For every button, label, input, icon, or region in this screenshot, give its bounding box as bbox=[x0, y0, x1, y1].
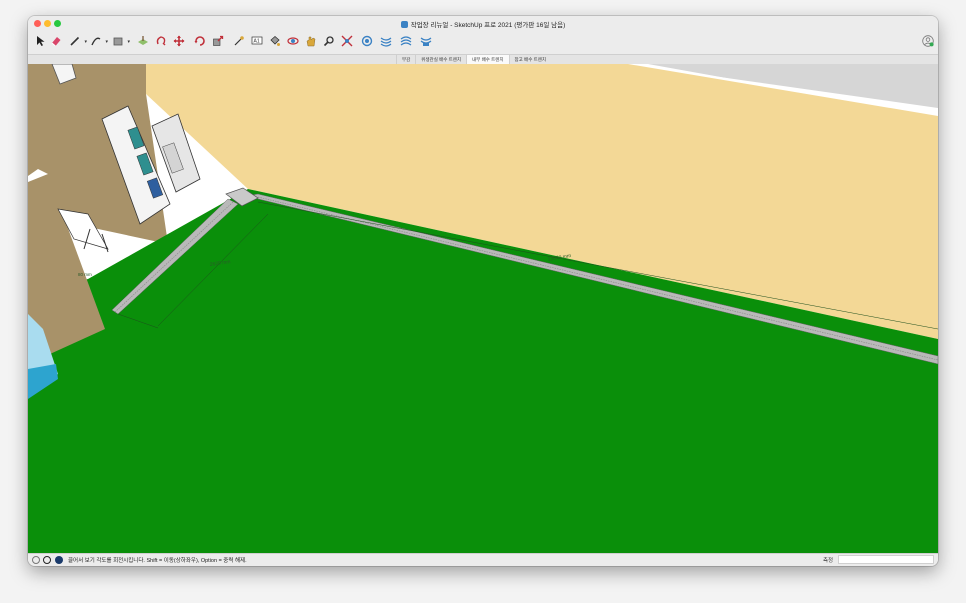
orbit-tool-button[interactable] bbox=[286, 33, 300, 49]
push-pull-tool-button[interactable] bbox=[136, 33, 150, 49]
main-toolbar: ▾ ▾ ▾ A1 bbox=[28, 30, 938, 54]
extension-manager-icon bbox=[420, 37, 432, 46]
extension-icon bbox=[380, 37, 392, 47]
info-icon[interactable] bbox=[43, 556, 51, 564]
zoom-tool-button[interactable] bbox=[322, 33, 336, 49]
measurements-input[interactable] bbox=[838, 555, 934, 564]
text-icon: A1 bbox=[251, 36, 263, 45]
zoom-icon bbox=[323, 36, 334, 47]
arc-icon bbox=[91, 37, 101, 46]
pencil-line-icon bbox=[70, 36, 80, 46]
scale-icon bbox=[213, 35, 224, 46]
eraser-icon bbox=[51, 37, 61, 47]
extension-warehouse-button[interactable] bbox=[379, 33, 393, 49]
measurements-label: 측정 bbox=[823, 558, 834, 564]
status-bar: 끌어서 보기 각도를 회전시킵니다. Shift = 이동(상하좌우), Opt… bbox=[28, 553, 938, 566]
sketchup-app-icon bbox=[400, 21, 408, 28]
layout-icon bbox=[400, 36, 412, 46]
sketchup-window: 작업장 리뉴얼 - SketchUp 프로 2021 (평가판 16일 남음) … bbox=[28, 16, 938, 566]
scene-tab-2[interactable]: 내부 배수 트렌치 bbox=[466, 55, 509, 64]
zoom-extents-icon bbox=[341, 35, 353, 47]
move-tool-button[interactable] bbox=[172, 33, 186, 49]
text-tool-button[interactable]: A1 bbox=[250, 33, 264, 49]
shape-tool-button[interactable]: ▾ bbox=[111, 33, 130, 49]
scene-tab-0[interactable]: 부감 bbox=[396, 55, 415, 64]
offset-tool-button[interactable] bbox=[154, 33, 168, 49]
move-icon bbox=[173, 35, 185, 47]
line-tool-button[interactable]: ▾ bbox=[68, 33, 87, 49]
arrow-cursor-icon bbox=[37, 36, 45, 46]
model-canvas[interactable]: 2620 mm 13060 mm 80 mm bbox=[28, 64, 938, 553]
paint-bucket-icon bbox=[270, 35, 280, 46]
tape-measure-tool-button[interactable] bbox=[232, 33, 246, 49]
pan-hand-icon bbox=[306, 36, 316, 47]
scene-tab-1[interactable]: 위생관실 배수 트렌치 bbox=[415, 55, 466, 64]
status-hint: 끌어서 보기 각도를 회전시킵니다. Shift = 이동(상하좌우), Opt… bbox=[68, 558, 247, 564]
rotate-tool-button[interactable] bbox=[193, 33, 207, 49]
dropdown-caret-icon[interactable]: ▾ bbox=[127, 39, 130, 45]
select-tool-button[interactable] bbox=[34, 33, 48, 49]
orbit-icon bbox=[287, 37, 299, 45]
rectangle-icon bbox=[113, 37, 123, 46]
model-viewport[interactable]: 2620 mm 13060 mm 80 mm bbox=[28, 64, 938, 553]
user-account-icon[interactable] bbox=[922, 35, 934, 47]
arc-tool-button[interactable]: ▾ bbox=[89, 33, 108, 49]
dropdown-caret-icon[interactable]: ▾ bbox=[105, 39, 108, 45]
dropdown-caret-icon[interactable]: ▾ bbox=[84, 39, 87, 45]
scale-tool-button[interactable] bbox=[211, 33, 225, 49]
3d-warehouse-button[interactable] bbox=[360, 33, 374, 49]
rotate-icon bbox=[194, 36, 205, 46]
window-title: 작업장 리뉴얼 - SketchUp 프로 2021 (평가판 16일 남음) bbox=[28, 19, 938, 29]
zoom-extents-tool-button[interactable] bbox=[340, 33, 354, 49]
instructor-icon[interactable] bbox=[55, 556, 63, 564]
paint-bucket-tool-button[interactable] bbox=[268, 33, 282, 49]
geo-location-icon[interactable] bbox=[32, 556, 40, 564]
tape-measure-icon bbox=[234, 36, 244, 46]
push-pull-icon bbox=[138, 36, 148, 45]
warehouse-icon bbox=[361, 35, 373, 47]
layout-send-button[interactable] bbox=[399, 33, 413, 49]
eraser-tool-button[interactable] bbox=[49, 33, 63, 49]
pan-tool-button[interactable] bbox=[304, 33, 318, 49]
dimension-label-3: 80 mm bbox=[78, 272, 92, 277]
svg-text:A1: A1 bbox=[254, 39, 260, 45]
extension-manager-button[interactable] bbox=[419, 33, 433, 49]
scene-tab-3[interactable]: 참고 배수 트렌치 bbox=[508, 55, 551, 64]
offset-icon bbox=[156, 36, 166, 46]
